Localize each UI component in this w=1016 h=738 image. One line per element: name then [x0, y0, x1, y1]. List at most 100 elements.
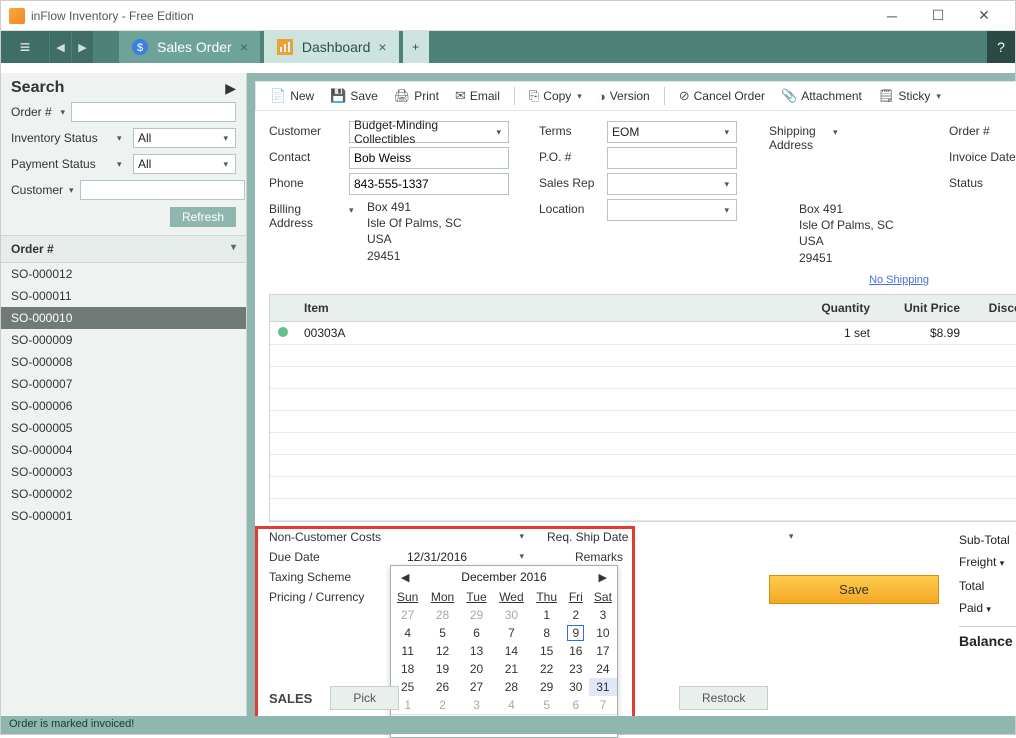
close-icon[interactable]: × [240, 39, 248, 55]
inventory-status-select[interactable]: All▾ [133, 128, 236, 148]
calendar-day[interactable]: 4 [391, 624, 424, 642]
order-number-input[interactable] [71, 102, 236, 122]
order-list-item[interactable]: SO-000006 [1, 395, 246, 417]
calendar-day[interactable]: 22 [531, 660, 563, 678]
customer-search-input[interactable] [80, 180, 245, 200]
table-row[interactable] [270, 344, 1016, 366]
help-button[interactable]: ? [987, 31, 1015, 63]
add-tab-button[interactable]: + [403, 31, 429, 63]
calendar-day[interactable]: 12 [424, 642, 460, 660]
calendar-day[interactable]: 3 [589, 606, 617, 624]
table-row[interactable]: 00303A1 set$8.990 %$8.99 [270, 321, 1016, 344]
calendar-day[interactable]: 20 [461, 660, 493, 678]
order-list-item[interactable]: SO-000012 [1, 263, 246, 285]
order-list-item[interactable]: SO-000010 [1, 307, 246, 329]
tab-dashboard[interactable]: Dashboard × [264, 31, 399, 63]
calendar-day[interactable]: 23 [563, 660, 589, 678]
payment-status-select[interactable]: All▾ [133, 154, 236, 174]
chevron-down-icon[interactable]: ▾ [69, 185, 74, 196]
new-button[interactable]: 📄New [264, 86, 320, 106]
calendar-day[interactable]: 13 [461, 642, 493, 660]
chevron-down-icon[interactable]: ▾ [117, 133, 127, 144]
order-list-item[interactable]: SO-000008 [1, 351, 246, 373]
table-row[interactable] [270, 432, 1016, 454]
calendar-day[interactable]: 30 [492, 606, 530, 624]
due-date-select[interactable]: 12/31/2016▾ [407, 550, 527, 564]
contact-input[interactable] [349, 147, 509, 169]
save-button[interactable]: 💾Save [324, 86, 384, 106]
po-input[interactable] [607, 147, 737, 169]
calendar-day[interactable]: 17 [589, 642, 617, 660]
table-row[interactable] [270, 498, 1016, 520]
calendar-day[interactable]: 2 [563, 606, 589, 624]
minimize-button[interactable]: ─ [869, 2, 915, 30]
table-row[interactable] [270, 388, 1016, 410]
order-list-item[interactable]: SO-000001 [1, 505, 246, 527]
noncustomer-costs-select[interactable]: ▾ [407, 531, 527, 542]
table-row[interactable] [270, 476, 1016, 498]
calendar-prev-button[interactable]: ◀ [397, 571, 413, 584]
salesrep-select[interactable]: ▾ [607, 173, 737, 195]
order-list-item[interactable]: SO-000002 [1, 483, 246, 505]
calendar-day[interactable]: 7 [492, 624, 530, 642]
label-status: Status [949, 173, 1016, 190]
calendar-day[interactable]: 19 [424, 660, 460, 678]
phone-input[interactable] [349, 173, 509, 195]
calendar-day[interactable]: 29 [461, 606, 493, 624]
calendar-day[interactable]: 9 [563, 624, 589, 642]
calendar-day[interactable]: 18 [391, 660, 424, 678]
calendar-day[interactable]: 28 [424, 606, 460, 624]
close-icon[interactable]: × [378, 39, 386, 55]
version-button[interactable]: ◑Version [592, 87, 656, 106]
calendar-day[interactable]: 5 [424, 624, 460, 642]
nav-back-button[interactable]: ◀ [49, 31, 71, 63]
collapse-icon[interactable]: ▶ [225, 80, 236, 97]
calendar-day[interactable]: 8 [531, 624, 563, 642]
customer-select[interactable]: Budget-Minding Collectibles▾ [349, 121, 509, 143]
order-list-header[interactable]: Order # ▾ [1, 235, 246, 263]
email-button[interactable]: ✉Email [449, 86, 506, 106]
order-list-item[interactable]: SO-000005 [1, 417, 246, 439]
chevron-down-icon[interactable]: ▾ [60, 107, 65, 118]
menu-icon[interactable]: ≡ [1, 31, 49, 63]
calendar-day[interactable]: 11 [391, 642, 424, 660]
table-row[interactable] [270, 410, 1016, 432]
copy-button[interactable]: ⎘Copy▾ [523, 86, 588, 106]
calendar-day[interactable]: 10 [589, 624, 617, 642]
calendar-day[interactable]: 6 [461, 624, 493, 642]
table-row[interactable] [270, 454, 1016, 476]
order-list-item[interactable]: SO-000004 [1, 439, 246, 461]
close-button[interactable]: ✕ [961, 2, 1007, 30]
calendar-day[interactable]: 1 [531, 606, 563, 624]
calendar-day[interactable]: 24 [589, 660, 617, 678]
calendar-next-button[interactable]: ▶ [595, 571, 611, 584]
cancel-order-button[interactable]: ⊘Cancel Order [673, 86, 771, 106]
refresh-button[interactable]: Refresh [170, 207, 236, 227]
sticky-button[interactable]: 🗒Sticky▾ [872, 86, 947, 106]
nav-forward-button[interactable]: ▶ [71, 31, 93, 63]
attachment-button[interactable]: 📎Attachment [775, 86, 868, 106]
req-ship-date-select[interactable]: ▾ [636, 531, 796, 542]
table-row[interactable] [270, 366, 1016, 388]
save-order-button[interactable]: Save [769, 575, 939, 604]
calendar-day[interactable]: 16 [563, 642, 589, 660]
calendar-day[interactable]: 14 [492, 642, 530, 660]
no-shipping-link[interactable]: No Shipping [799, 274, 929, 286]
pick-button[interactable]: Pick [330, 686, 399, 710]
order-list-item[interactable]: SO-000007 [1, 373, 246, 395]
order-list-item[interactable]: SO-000011 [1, 285, 246, 307]
location-select[interactable]: ▾ [607, 199, 737, 221]
terms-select[interactable]: EOM▾ [607, 121, 737, 143]
chevron-down-icon[interactable]: ▾ [117, 159, 127, 170]
maximize-button[interactable]: ☐ [915, 2, 961, 30]
calendar-dow: Wed [492, 588, 530, 606]
calendar-day[interactable]: 27 [391, 606, 424, 624]
calendar-day[interactable]: 21 [492, 660, 530, 678]
calendar-day[interactable]: 15 [531, 642, 563, 660]
restock-button[interactable]: Restock [679, 686, 768, 710]
tab-sales-order[interactable]: $ Sales Order × [119, 31, 260, 63]
order-list-item[interactable]: SO-000009 [1, 329, 246, 351]
label-remarks[interactable]: Remarks [575, 550, 623, 564]
print-button[interactable]: 🖨Print [388, 86, 445, 106]
order-list-item[interactable]: SO-000003 [1, 461, 246, 483]
